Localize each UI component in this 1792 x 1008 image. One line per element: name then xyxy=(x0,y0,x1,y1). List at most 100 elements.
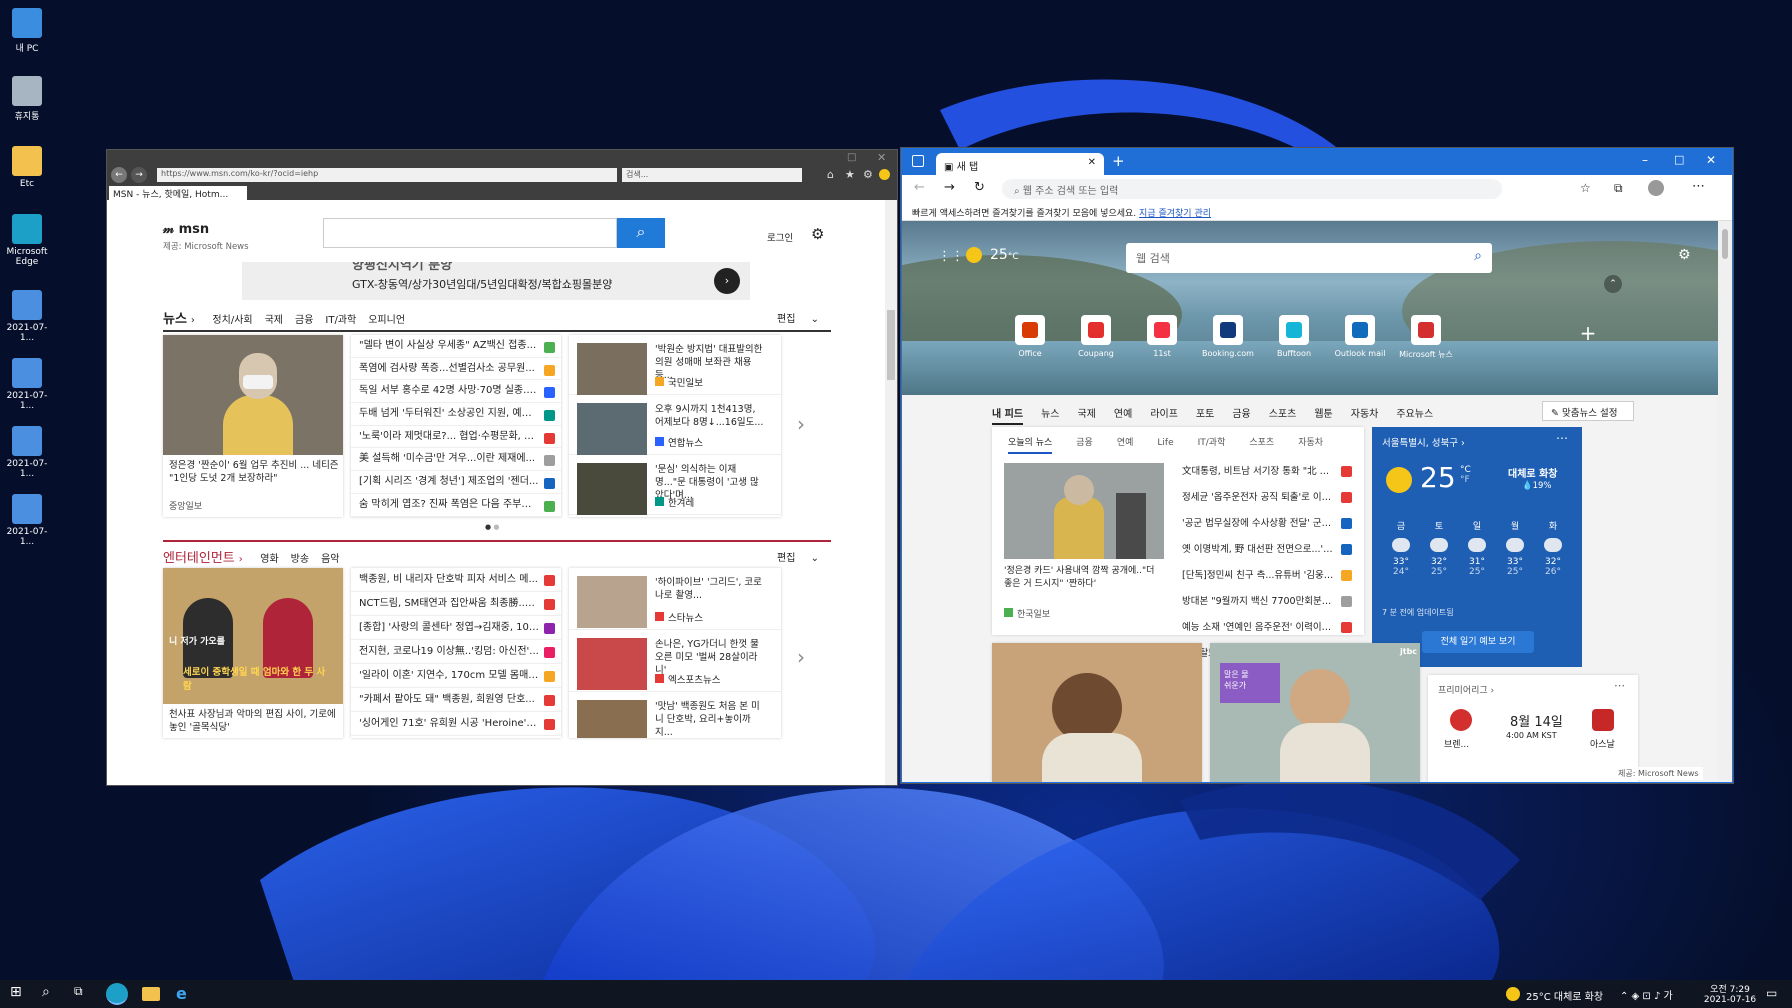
back-icon[interactable]: ← xyxy=(914,180,925,195)
headline-card[interactable]: 정은경 '짠순이' 6월 업무 추진비 ... 네티즌 "1인당 도넛 2개 보… xyxy=(163,335,343,517)
edge-list-item[interactable]: 文대통령, 비트남 서기장 통화 "北 대화 ... xyxy=(1182,459,1358,485)
list-item[interactable]: NCT드림, SM태연과 집안싸움 최종勝..정... xyxy=(351,592,561,616)
desktop-icon[interactable]: 2021-07-1... xyxy=(4,358,50,411)
edge-list-item[interactable]: [단독]정민씨 친구 측...유튜버 '김웅TV' 모... xyxy=(1182,563,1358,589)
feed-nav-item[interactable]: 스포츠 xyxy=(1269,409,1297,420)
list-item[interactable]: '싱어게인 71호' 유희원 시공 'Heroine' M... xyxy=(351,712,561,736)
shortcut-tile[interactable]: Bufftoon xyxy=(1264,315,1324,358)
news-section-title[interactable]: 뉴스 xyxy=(163,312,187,327)
windows-start-icon[interactable]: ⊞ xyxy=(10,984,30,1004)
web-search-box[interactable]: 웹 검색 ⌕ xyxy=(1126,243,1492,273)
news-tab[interactable]: 국제 xyxy=(265,315,283,326)
edge-list-item[interactable]: 예능 소재 '연예인 음주운전' 이력이 불편... xyxy=(1182,615,1358,641)
forward-icon[interactable]: → xyxy=(131,167,147,183)
feed-nav-item[interactable]: 웹툰 xyxy=(1314,409,1332,420)
edge-list-item[interactable]: 정세균 '옵주운전자 공직 퇴출'로 이재명... xyxy=(1182,485,1358,511)
ent-section-title[interactable]: 엔터테인먼트 xyxy=(163,551,235,566)
carousel-dots[interactable]: ● ● xyxy=(485,523,499,531)
msn-search-button[interactable]: ⌕ xyxy=(617,218,665,248)
refresh-icon[interactable]: ↻ xyxy=(974,180,985,195)
favbar-link[interactable]: 지금 즐겨찾기 관리 xyxy=(1139,209,1211,219)
tab-actions-icon[interactable] xyxy=(912,155,924,167)
new-tab-plus-icon[interactable]: + xyxy=(1112,152,1125,170)
taskbar-weather[interactable]: 25°C 대체로 화창 xyxy=(1526,988,1603,1003)
edge-address-bar[interactable]: ⌕ 웹 주소 검색 또는 입력 xyxy=(1002,179,1502,199)
profile-avatar[interactable] xyxy=(1648,180,1664,196)
weather-more-icon[interactable]: ⋯ xyxy=(1556,431,1568,445)
hero-temp[interactable]: 25°C xyxy=(990,247,1019,263)
ie-scroll-thumb[interactable] xyxy=(887,310,895,380)
ent-headline-card[interactable]: 니 저가 가오를 세로이 중학생일 때 엄마와 한 두 사람 천사표 사장님과 … xyxy=(163,568,343,738)
news-tab[interactable]: 금융 xyxy=(295,315,313,326)
edge-scroll-thumb[interactable] xyxy=(1722,229,1728,259)
task-view-icon[interactable]: ⧉ xyxy=(74,984,94,1004)
sports-league[interactable]: 프리미어리그 › xyxy=(1438,683,1494,696)
feed-nav-item[interactable]: 뉴스 xyxy=(1041,409,1059,420)
tray-icons[interactable]: ⌃ ◈ ⊡ ♪ 가 xyxy=(1620,987,1673,1002)
search-icon[interactable]: ⌕ xyxy=(1474,248,1482,264)
list-item[interactable]: [기획 시리즈 '경계 청년'] 제조업의 '젠더... xyxy=(351,471,561,494)
list-item[interactable]: "델타 변이 사실상 우세종" AZ백신 접종... xyxy=(351,335,561,358)
smiley-feedback-icon[interactable] xyxy=(879,169,890,180)
ent-tab[interactable]: 영화 xyxy=(260,554,278,565)
list-item[interactable]: 폭염에 검사량 폭증...선별검사소 공무원... xyxy=(351,358,561,381)
list-item[interactable]: '노룩'이라 제멋대로?... 협업·수평문화, 한... xyxy=(351,426,561,449)
desktop-icon[interactable]: 내 PC xyxy=(4,8,50,54)
news-tab[interactable]: 정치/사회 xyxy=(212,315,252,326)
forecast-day[interactable]: 일 31° 25° xyxy=(1458,519,1496,577)
close-icon[interactable]: ✕ xyxy=(877,151,886,164)
forecast-day[interactable]: 토 32° 25° xyxy=(1420,519,1458,577)
ie-scrollbar[interactable] xyxy=(885,200,897,785)
gear-icon[interactable]: ⚙ xyxy=(863,168,873,181)
feed-nav-item[interactable]: 연예 xyxy=(1114,409,1132,420)
thumb-item[interactable]: '박원순 방지법' 대표발의한 의원 성매매 보좌관 채용등... 국민일보 xyxy=(569,335,781,395)
minimize-icon[interactable]: □ xyxy=(847,152,856,163)
sports-more-icon[interactable]: ⋯ xyxy=(1614,679,1625,692)
shortcut-tile[interactable]: 11st xyxy=(1132,315,1192,358)
collections-icon[interactable]: ⧉ xyxy=(1614,181,1623,196)
thumb-item[interactable]: '문심' 의식하는 이재명..."문 대통령이 '고생 많았다'며... 한겨레 xyxy=(569,455,781,515)
edge-taskbar-icon[interactable] xyxy=(106,983,128,1005)
more-menu-icon[interactable]: ⋯ xyxy=(1692,179,1705,194)
notification-icon[interactable]: ▭ xyxy=(1766,986,1777,1000)
feed-nav-item[interactable]: 주요뉴스 xyxy=(1396,409,1433,420)
today-subtab[interactable]: Life xyxy=(1157,438,1173,448)
personalize-button[interactable]: ✎ 맞춤뉴스 설정 xyxy=(1542,401,1634,421)
shortcut-tile[interactable]: Coupang xyxy=(1066,315,1126,358)
forecast-day[interactable]: 화 32° 26° xyxy=(1534,519,1572,577)
ie-tab[interactable]: MSN - 뉴스, 핫메일, Hotm... xyxy=(109,186,247,200)
minimize-icon[interactable]: – xyxy=(1642,153,1648,167)
today-subtab[interactable]: 오늘의 뉴스 xyxy=(1008,438,1053,454)
ie-taskbar-icon[interactable]: e xyxy=(176,984,196,1004)
search-icon[interactable]: ⌕ xyxy=(42,984,62,1004)
shortcut-tile[interactable]: Booking.com xyxy=(1198,315,1258,358)
clock[interactable]: 오전 7:29 2021-07-16 xyxy=(1700,982,1760,1005)
ie-address-bar[interactable]: https://www.msn.com/ko-kr/?ocid=iehp xyxy=(157,168,617,182)
maximize-icon[interactable]: □ xyxy=(1674,153,1684,166)
unit-f[interactable]: °F xyxy=(1460,475,1471,485)
edge-tab[interactable]: ▣ 새 탭 ✕ xyxy=(936,153,1104,175)
edge-list-item[interactable]: '공군 법무실장에 수사상황 전달' 군사법... xyxy=(1182,511,1358,537)
weather-card[interactable]: 서울특별시, 성북구 › ⋯ 25 °C °F 대체로 화창 💧19% 금 33° 2… xyxy=(1372,427,1582,667)
close-icon[interactable]: ✕ xyxy=(1706,153,1716,167)
thumb-item[interactable]: 손나은, YG가더니 한껏 물오른 미모 '벌써 28살이라니' 엑스포츠뉴스 xyxy=(569,630,781,692)
thumb-item[interactable]: '맛남' 백종원도 처음 본 미니 단호박, 요리+놓이까지... xyxy=(569,692,781,738)
edge-list-item[interactable]: 옛 이명박계, 野 대선판 전면으로...'MB이... xyxy=(1182,537,1358,563)
feed-nav-item[interactable]: 국제 xyxy=(1078,409,1096,420)
unit-c[interactable]: °C xyxy=(1460,465,1471,475)
weather-location[interactable]: 서울특별시, 성북구 › xyxy=(1382,435,1465,449)
sports-card[interactable]: 프리미어리그 › ⋯ 브렌... 8월 14일 4:00 AM KST 아스날 xyxy=(1428,675,1638,782)
list-item[interactable]: [종합] '사랑의 콜센타' 정엽→김재중, 100... xyxy=(351,616,561,640)
edit-link[interactable]: 편집 ⌄ xyxy=(777,310,819,325)
edge-window[interactable]: ▣ 새 탭 ✕ + – □ ✕ ← → ↻ ⌕ 웹 주소 검색 또는 입력 ☆ … xyxy=(901,148,1733,783)
forecast-day[interactable]: 월 33° 25° xyxy=(1496,519,1534,577)
today-subtab[interactable]: 스포츠 xyxy=(1249,438,1274,448)
feed-nav-item[interactable]: 금융 xyxy=(1232,409,1250,420)
list-item[interactable]: 두배 넘게 '두터워진' 소상공인 지원, 예결... xyxy=(351,403,561,426)
collapse-chevron-icon[interactable]: ⌃ xyxy=(1604,275,1622,293)
today-subtab[interactable]: 자동차 xyxy=(1298,438,1323,448)
list-item[interactable]: 숨 막히게 엽조? 진짜 폭염은 다음 주부터... xyxy=(351,494,561,517)
carousel-next-icon[interactable]: › xyxy=(797,412,805,436)
ent-tab[interactable]: 방송 xyxy=(291,554,309,565)
unit-toggle[interactable]: °C °F xyxy=(1460,465,1471,485)
